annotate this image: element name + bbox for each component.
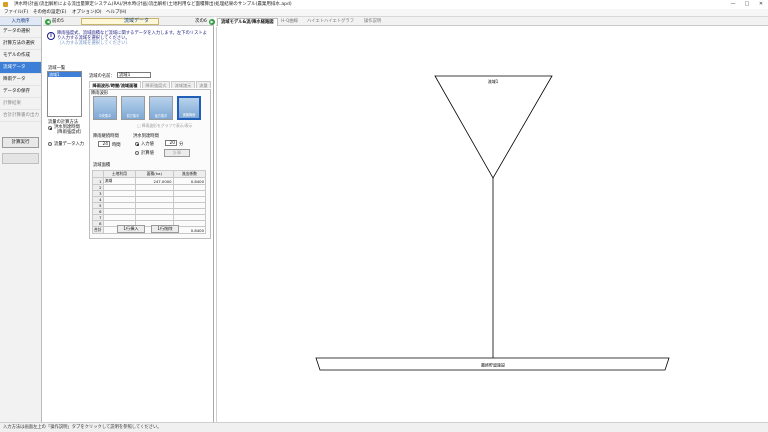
nav-item-data-select[interactable]: データの選択 <box>0 26 41 38</box>
basin-label: 流域1 <box>488 78 499 84</box>
calc-arrival-button[interactable]: 計算 <box>164 149 190 157</box>
table-row[interactable]: 1 流域 247.0000 0.8400 <box>92 177 207 185</box>
basin-model-diagram: 流域1 最終貯留施設 <box>216 27 670 422</box>
shape-actual-label: 実績降雨 <box>182 113 196 117</box>
total-label: 合計 <box>92 226 104 234</box>
cell-area[interactable]: 247.0000 <box>134 177 174 185</box>
table-corner <box>92 170 104 178</box>
menu-help[interactable]: ヘルプ(H) <box>106 9 126 17</box>
menu-options[interactable]: オプション(O) <box>72 9 102 17</box>
basin-name-input[interactable]: 流域1 <box>117 72 151 78</box>
back-arrow-icon: ◀ <box>45 18 51 25</box>
close-button[interactable]: ✕ <box>754 0 768 9</box>
shape-center-label: 中央集中 <box>98 114 112 118</box>
panel-header: ◀ 前の5 流域データ 次の6 ▶ <box>43 17 215 26</box>
tab-intensity[interactable]: 降雨強度式 <box>142 81 170 88</box>
basin-list-item[interactable]: 流域1 <box>48 72 81 77</box>
info-icon: i <box>47 32 55 40</box>
arrival-opt1: 入力値 <box>141 142 154 147</box>
minimize-button[interactable]: — <box>726 0 740 9</box>
shape-front-label: 前方集中 <box>126 114 140 118</box>
tab-help[interactable]: 操作説明 <box>361 18 384 26</box>
next-arrow-icon: ▶ <box>209 18 215 25</box>
step-navigation: 入力順序 データの選択 計算方法の選択 モデルの作成 流域データ 降雨データ デ… <box>0 17 42 422</box>
shape-display-toggle[interactable]: □ 降雨波形をグラフで表示/表示 <box>137 123 192 129</box>
basin-list[interactable]: 流域1 <box>47 71 82 117</box>
flow-method-radio-2[interactable] <box>48 142 52 146</box>
basin-tabs: 降雨波形/時間/流域面積 降雨強度式 流域諸元 流量 <box>89 81 211 89</box>
area-table: 土地利用 面積(ha) 流出係数 1 流域 247.0000 0.8400 2 3 4… <box>92 170 207 234</box>
tab-basin-model[interactable]: 流域モデル&流/降水経路図 <box>217 18 278 26</box>
nav-item-calc-method[interactable]: 計算方法の選択 <box>0 38 41 50</box>
diagram-tabs: 流域モデル&流/降水経路図 H-Q曲線 ハイエトハイエトグラフ 操作説明 <box>216 17 768 26</box>
status-bar: 入力方法は画面左上の「操作説明」タブをクリックして説明を参照してください。 <box>0 422 768 432</box>
cell-land[interactable]: 流域 <box>102 177 136 185</box>
shape-actual[interactable]: 実績降雨 <box>177 96 201 120</box>
nav-item-rain-data[interactable]: 降雨データ <box>0 74 41 86</box>
shape-rear[interactable]: 後方集中 <box>149 96 173 120</box>
menu-file[interactable]: ファイル(F) <box>4 9 28 17</box>
window-title: 洪水時(計画)流出解析による流出量算定システム(RA)/洪水時(計画)流出解析(… <box>14 2 292 7</box>
nav-item-report-output[interactable]: 合計計算書の出力 <box>0 110 41 122</box>
tab-flow[interactable]: 流量 <box>196 81 211 88</box>
arrival-time-label: 洪水到達時間 <box>133 134 159 139</box>
rain-duration-unit: 時間 <box>112 143 121 148</box>
basin-name-label: 流域の名前： <box>89 74 115 79</box>
info-text: 降雨強度式、流域面積など流域に関するデータを入力します。左下のリストより入力する… <box>57 31 207 42</box>
tab-basin-spec[interactable]: 流域諸元 <box>171 81 195 88</box>
col-land: 土地利用 <box>102 170 136 178</box>
flow-method-radio-1[interactable] <box>48 126 52 130</box>
nav-item-save-data[interactable]: データの保存 <box>0 86 41 98</box>
back-label: 前の5 <box>52 19 64 24</box>
insert-row-button[interactable]: 1行挿入 <box>117 225 145 233</box>
next-button[interactable]: 次の6 ▶ <box>195 18 215 25</box>
arrival-opt2: 計算値 <box>141 151 154 156</box>
delete-row-button[interactable]: 1行削除 <box>151 225 179 233</box>
title-bar: 洪水時(計画)流出解析による流出量算定システム(RA)/洪水時(計画)流出解析(… <box>0 0 768 9</box>
arrival-radio-input[interactable] <box>135 142 139 146</box>
row-number: 1 <box>92 177 104 185</box>
flow-method-opt1: 洪水到達時間（降雨強度式） <box>54 125 85 135</box>
area-table-label: 流域面積 <box>93 163 111 168</box>
rain-duration-label: 降雨継続時間 <box>93 134 119 139</box>
shape-center[interactable]: 中央集中 <box>93 96 117 120</box>
nav-item-results[interactable]: 計算結果 <box>0 98 41 110</box>
cell-coef[interactable]: 0.8400 <box>172 177 207 185</box>
back-button[interactable]: ◀ 前の5 <box>45 18 64 25</box>
rain-duration-input[interactable]: 24 <box>98 141 110 147</box>
run-calculation-button[interactable]: 計算実行 <box>2 137 39 148</box>
table-total-row: 合計─247.00000.8400 <box>92 226 207 234</box>
menu-bar: ファイル(F) その他の設定(E) オプション(O) ヘルプ(H) <box>0 9 768 17</box>
menu-settings[interactable]: その他の設定(E) <box>33 9 66 17</box>
nav-header: 入力順序 <box>0 17 41 26</box>
col-coef: 流出係数 <box>172 170 207 178</box>
shape-rear-label: 後方集中 <box>154 114 168 118</box>
diagram-panel: 流域モデル&流/降水経路図 H-Q曲線 ハイエトハイエトグラフ 操作説明 流域1… <box>216 17 768 422</box>
next-label: 次の6 <box>195 19 207 24</box>
outlet-label: 最終貯留施設 <box>481 362 505 368</box>
basin-triangle[interactable] <box>434 75 553 179</box>
nav-item-basin-data[interactable]: 流域データ <box>0 62 41 74</box>
col-area: 面積(ha) <box>134 170 174 178</box>
tab-rain-shape[interactable]: 降雨波形/時間/流域面積 <box>89 81 141 88</box>
disabled-nav-button[interactable] <box>2 153 39 164</box>
arrival-unit: 分 <box>179 142 184 147</box>
info-subnote: （入力する流域を選択してください） <box>57 41 130 47</box>
page-title: 流域データ <box>81 18 159 25</box>
arrival-time-input[interactable]: 20 <box>165 140 177 146</box>
maximize-button[interactable]: □ <box>740 0 754 9</box>
nav-item-model[interactable]: モデルの作成 <box>0 50 41 62</box>
tab-hq-curve[interactable]: H-Q曲線 <box>278 18 301 26</box>
shape-front[interactable]: 前方集中 <box>121 96 145 120</box>
arrival-radio-calc[interactable] <box>135 151 139 155</box>
basin-data-panel: ◀ 前の5 流域データ 次の6 ▶ i 降雨強度式、流域面積など流域に関するデー… <box>43 17 215 422</box>
info-message: i 降雨強度式、流域面積など流域に関するデータを入力します。左下のリストより入力… <box>47 31 207 47</box>
flow-method-opt2: 流量データ入力 <box>54 142 85 147</box>
app-icon <box>3 2 8 7</box>
tab-hyetograph[interactable]: ハイエトハイエトグラフ <box>304 18 357 26</box>
